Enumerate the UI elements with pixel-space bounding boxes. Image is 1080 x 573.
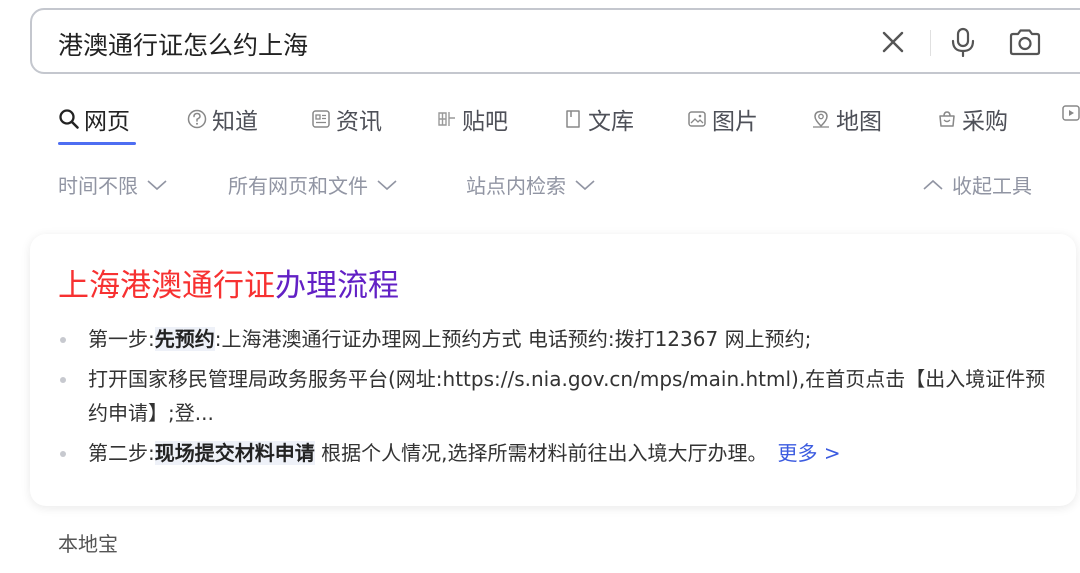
tab-map[interactable]: 地图 — [810, 102, 882, 136]
tab-video-partial[interactable] — [1060, 102, 1080, 124]
result-card: 上海港澳通行证办理流程 第一步:先预约:上海港澳通行证办理网上预约方式 电话预约… — [30, 234, 1076, 506]
tab-label: 资讯 — [336, 109, 382, 135]
tab-images[interactable]: 图片 — [686, 102, 758, 136]
collapse-tools-label: 收起工具 — [952, 174, 1032, 198]
clear-icon[interactable] — [878, 27, 908, 57]
tieba-icon — [438, 112, 455, 126]
step-text: :上海港澳通行证办理网上预约方式 电话预约:拨打12367 网上预约; — [214, 327, 812, 351]
search-icon — [59, 109, 79, 129]
tab-news[interactable]: 资讯 — [310, 102, 382, 136]
map-icon — [813, 110, 829, 128]
search-filters: 时间不限 所有网页和文件 站点内检索 收起工具 — [58, 170, 1058, 200]
search-divider — [930, 30, 931, 56]
document-icon — [566, 110, 580, 128]
step-highlight: 现场提交材料申请 — [154, 441, 315, 465]
tab-wenku[interactable]: 文库 — [562, 102, 634, 136]
list-item: 第一步:先预约:上海港澳通行证办理网上预约方式 电话预约:拨打12367 网上预… — [58, 322, 1058, 356]
step-prefix: 第二步: — [88, 441, 155, 465]
chevron-down-icon — [575, 179, 595, 190]
filter-filetype-label: 所有网页和文件 — [228, 174, 368, 198]
result-title-link[interactable]: 上海港澳通行证办理流程 — [58, 260, 399, 305]
tab-zhidao[interactable]: 知道 — [186, 102, 258, 136]
list-item: 第二步:现场提交材料申请 根据个人情况,选择所需材料前往出入境大厅办理。 更多 > — [58, 436, 1058, 470]
chevron-up-icon — [923, 179, 943, 190]
result-steps: 第一步:先预约:上海港澳通行证办理网上预约方式 电话预约:拨打12367 网上预… — [58, 322, 1058, 476]
tab-label: 网页 — [84, 109, 130, 135]
search-box[interactable]: 港澳通行证怎么约上海 — [30, 8, 1080, 74]
tab-label: 知道 — [212, 109, 258, 135]
step-text: 打开国家移民管理局政务服务平台(网址:https://s.nia.gov.cn/… — [88, 367, 1046, 425]
step-text: 根据个人情况,选择所需材料前往出入境大厅办理。 — [314, 441, 768, 465]
search-tabs: 网页 知道 资讯 贴吧 文库 图片 地图 采购 — [58, 96, 1080, 146]
tab-web[interactable]: 网页 — [58, 102, 130, 136]
news-icon — [312, 110, 330, 128]
video-icon — [1062, 105, 1080, 121]
question-icon — [187, 109, 207, 129]
tab-label: 地图 — [836, 109, 882, 135]
shopping-icon — [939, 111, 955, 127]
camera-icon[interactable] — [1008, 27, 1042, 57]
filter-filetype[interactable]: 所有网页和文件 — [228, 170, 398, 199]
tab-label: 文库 — [588, 109, 634, 135]
filter-time-label: 时间不限 — [58, 174, 138, 198]
image-icon — [688, 111, 706, 127]
tab-label: 图片 — [712, 109, 758, 135]
result-title-rest: 办理流程 — [275, 268, 399, 304]
step-highlight: 先预约 — [154, 327, 215, 351]
filter-time[interactable]: 时间不限 — [58, 170, 168, 199]
active-tab-indicator — [58, 142, 136, 145]
tab-label: 采购 — [962, 109, 1008, 135]
tab-label: 贴吧 — [462, 109, 508, 135]
step-prefix: 第一步: — [88, 327, 155, 351]
filter-site[interactable]: 站点内检索 — [466, 170, 596, 199]
collapse-tools-button[interactable]: 收起工具 — [922, 170, 1032, 199]
more-link[interactable]: 更多 > — [777, 441, 840, 465]
result-title-highlight: 上海港澳通行证 — [58, 268, 275, 304]
source-label: 本地宝 — [58, 532, 118, 556]
chevron-down-icon — [377, 179, 397, 190]
list-item: 打开国家移民管理局政务服务平台(网址:https://s.nia.gov.cn/… — [58, 362, 1058, 430]
search-input[interactable]: 港澳通行证怎么约上海 — [58, 26, 308, 62]
microphone-icon[interactable] — [948, 27, 978, 57]
tab-tieba[interactable]: 贴吧 — [436, 102, 508, 136]
chevron-down-icon — [147, 179, 167, 190]
filter-site-label: 站点内检索 — [466, 174, 566, 198]
tab-purchase[interactable]: 采购 — [936, 102, 1008, 136]
